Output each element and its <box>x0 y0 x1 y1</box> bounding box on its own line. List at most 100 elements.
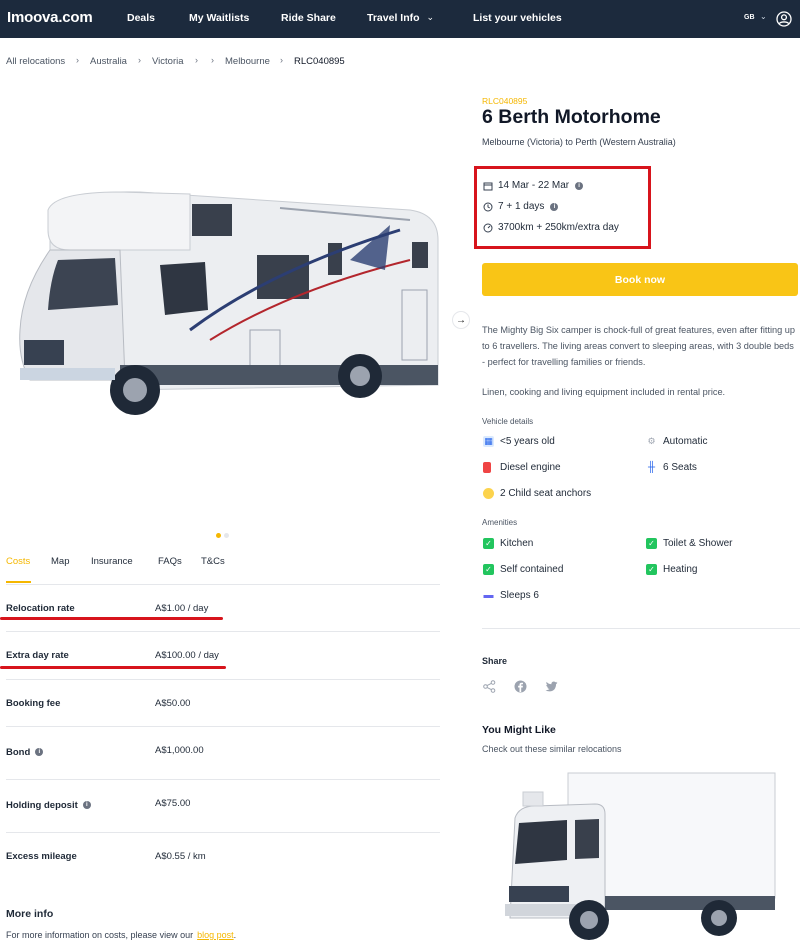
feature-seats: ╫ 6 Seats <box>646 462 697 473</box>
section-divider <box>482 628 800 629</box>
amenity-kitchen: ✓ Kitchen <box>483 538 533 549</box>
breadcrumb-australia[interactable]: Australia <box>90 56 127 67</box>
cost-label-holding-deposit-text: Holding deposit <box>6 800 78 811</box>
more-info-body: For more information on costs, please vi… <box>6 930 194 940</box>
nav-deals[interactable]: Deals <box>127 12 155 24</box>
amenity-kitchen-text: Kitchen <box>500 538 534 549</box>
nav-ride-share[interactable]: Ride Share <box>281 12 336 24</box>
cost-label-bond: Bond i <box>6 747 44 758</box>
row-divider <box>6 631 440 632</box>
calendar-icon: ▦ <box>483 436 494 447</box>
nav-my-waitlists[interactable]: My Waitlists <box>189 12 249 24</box>
breadcrumb-melbourne[interactable]: Melbourne <box>225 56 270 67</box>
chevron-right-icon: › <box>280 55 283 65</box>
locale-selector[interactable]: GB <box>744 14 755 21</box>
amenity-toilet-shower: ✓ Toilet & Shower <box>646 538 732 549</box>
share-title: Share <box>482 656 508 666</box>
nav-travel-info[interactable]: Travel Info ⌄ <box>367 12 434 24</box>
cost-label-booking-fee: Booking fee <box>6 698 61 709</box>
highlight-underline <box>0 617 223 620</box>
blog-post-link[interactable]: blog post <box>197 930 234 940</box>
facebook-icon[interactable] <box>514 680 527 693</box>
chevron-right-icon: › <box>211 55 214 65</box>
more-info-text: For more information on costs, please vi… <box>6 930 236 940</box>
feature-child-seat-text: 2 Child seat anchors <box>500 488 592 499</box>
active-tab-indicator <box>6 581 31 583</box>
feature-transmission-text: Automatic <box>663 436 708 447</box>
gallery-next-button[interactable]: → <box>452 311 470 329</box>
chevron-down-icon: ⌄ <box>426 12 435 22</box>
more-info-title: More info <box>6 908 54 920</box>
amenity-toilet-shower-text: Toilet & Shower <box>663 538 733 549</box>
chevron-right-icon: › <box>195 55 198 65</box>
cost-value-booking-fee: A$50.00 <box>155 698 191 709</box>
trip-distance: 3700km + 250km/extra day <box>483 222 619 233</box>
info-icon[interactable]: i <box>575 181 584 190</box>
user-account-icon[interactable] <box>776 11 792 27</box>
breadcrumb-victoria[interactable]: Victoria <box>152 56 184 67</box>
pagination-dot[interactable] <box>224 533 229 538</box>
twitter-icon[interactable] <box>545 680 558 693</box>
share-icon[interactable] <box>483 680 496 693</box>
feature-fuel-text: Diesel engine <box>500 462 561 473</box>
listing-description: The Mighty Big Six camper is chock-full … <box>482 325 796 367</box>
row-divider <box>6 726 440 727</box>
checkmark-icon: ✓ <box>646 564 657 575</box>
top-navbar: Imoova.com Deals My Waitlists Ride Share… <box>0 0 800 38</box>
listing-included: Linen, cooking and living equipment incl… <box>482 387 726 397</box>
cost-label-excess-mileage: Excess mileage <box>6 851 77 862</box>
info-icon[interactable]: i <box>35 748 44 757</box>
site-logo[interactable]: Imoova.com <box>7 9 93 26</box>
feature-age-text: <5 years old <box>500 436 555 447</box>
you-might-like-subtitle: Check out these similar relocations <box>482 744 622 754</box>
tab-map[interactable]: Map <box>51 556 69 567</box>
cost-label-relocation-rate: Relocation rate <box>6 603 75 614</box>
trip-duration: 7 + 1 days i <box>483 201 559 212</box>
vehicle-details-label: Vehicle details <box>482 417 534 426</box>
info-icon[interactable]: i <box>550 202 559 211</box>
cost-label-bond-text: Bond <box>6 747 31 758</box>
pagination-dot-active[interactable] <box>216 533 221 538</box>
tab-insurance[interactable]: Insurance <box>91 556 133 567</box>
gear-icon: ⚙ <box>647 436 656 446</box>
trip-dates: 14 Mar - 22 Mar i <box>483 180 584 191</box>
breadcrumb-current: RLC040895 <box>294 56 345 67</box>
feature-transmission: ⚙ Automatic <box>646 436 707 447</box>
cost-value-bond: A$1,000.00 <box>155 745 204 756</box>
row-divider <box>6 679 440 680</box>
motorhome-image <box>19 191 439 415</box>
checkmark-icon: ✓ <box>483 564 494 575</box>
tab-divider <box>6 584 440 585</box>
tab-tcs[interactable]: T&Cs <box>201 556 225 567</box>
amenity-self-contained-text: Self contained <box>500 564 564 575</box>
breadcrumb-all-relocations[interactable]: All relocations <box>6 56 65 67</box>
trip-dates-text: 14 Mar - 22 Mar <box>498 180 570 191</box>
trip-distance-text: 3700km + 250km/extra day <box>498 222 619 233</box>
info-icon[interactable]: i <box>82 801 91 810</box>
calendar-icon <box>483 182 493 190</box>
tab-faqs[interactable]: FAQs <box>158 556 182 567</box>
amenities-label: Amenities <box>482 518 518 527</box>
speedometer-icon <box>483 223 493 232</box>
chevron-down-icon[interactable]: ⌄ <box>760 12 767 21</box>
checkmark-icon: ✓ <box>483 538 494 549</box>
feature-fuel: Diesel engine <box>483 462 561 473</box>
feature-seats-text: 6 Seats <box>663 462 697 473</box>
trip-duration-text: 7 + 1 days <box>498 201 545 212</box>
similar-relocation-truck-image[interactable] <box>505 768 780 948</box>
amenity-heating: ✓ Heating <box>646 564 697 575</box>
highlight-underline <box>0 666 226 669</box>
tab-costs[interactable]: Costs <box>6 556 30 567</box>
amenity-sleeps: ▬ Sleeps 6 <box>483 590 539 601</box>
row-divider <box>6 832 440 833</box>
nav-list-vehicles[interactable]: List your vehicles <box>473 12 562 24</box>
amenity-self-contained: ✓ Self contained <box>483 564 563 575</box>
row-divider <box>6 779 440 780</box>
gallery-pagination <box>216 525 232 543</box>
listing-reference: RLC040895 <box>482 96 528 106</box>
amenity-heating-text: Heating <box>663 564 698 575</box>
clock-icon <box>483 202 493 211</box>
seat-icon: ╫ <box>647 462 656 473</box>
chevron-right-icon: › <box>76 55 79 65</box>
book-now-button[interactable]: Book now <box>482 263 798 296</box>
